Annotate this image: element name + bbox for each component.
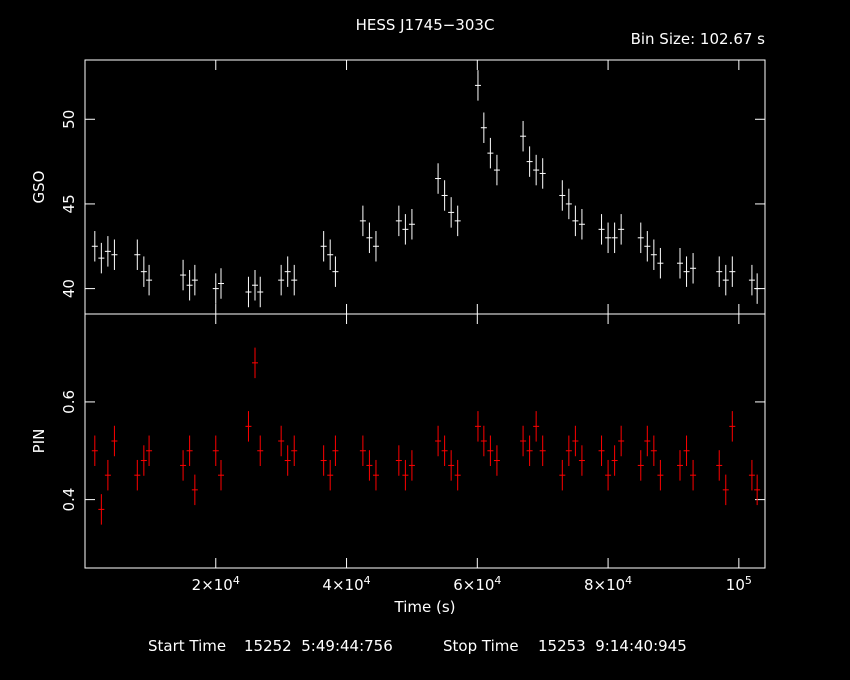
y-tick-label: 45: [60, 194, 78, 213]
y-tick-label: 50: [60, 110, 78, 129]
x-tick-label: 2×104: [192, 574, 240, 594]
lightcurve-chart: HESS J1745−303C Bin Size: 102.67 s Time …: [30, 16, 766, 655]
panel-gso: 40 45 50 GSO: [30, 59, 766, 315]
data-series-gso: [91, 70, 761, 308]
y-axis-label: GSO: [30, 171, 48, 204]
y-tick-label: 0.4: [60, 488, 78, 512]
y-tick-label: 40: [60, 279, 78, 298]
x-tick-label: 6×104: [453, 574, 501, 594]
x-axis-label: Time (s): [394, 598, 456, 616]
y-tick-label: 0.6: [60, 390, 78, 414]
footer-start-value: 15252 5:49:44:756: [244, 637, 393, 655]
footer-start-label: Start Time: [148, 637, 226, 655]
x-tick-label: 8×104: [584, 574, 632, 594]
chart-stage: HESS J1745−303C Bin Size: 102.67 s Time …: [0, 0, 850, 680]
panel-frame: [84, 313, 766, 569]
panel-pin: 0.4 0.6 PIN: [30, 313, 766, 569]
chart-title: HESS J1745−303C: [356, 16, 495, 34]
data-series-pin: [91, 347, 761, 525]
y-axis-label: PIN: [30, 429, 48, 454]
bin-size-label: Bin Size: 102.67 s: [631, 30, 766, 48]
footer-stop-value: 15253 9:14:40:945: [538, 637, 687, 655]
footer-stop-label: Stop Time: [443, 637, 519, 655]
chart-panels: 40 45 50 GSO 0.4 0.6 PIN 2×104 4×104 6×104 8×104 10…: [30, 59, 766, 594]
panel-frame: [84, 59, 766, 315]
x-tick-label: 105: [726, 574, 752, 594]
x-tick-label: 4×104: [322, 574, 370, 594]
